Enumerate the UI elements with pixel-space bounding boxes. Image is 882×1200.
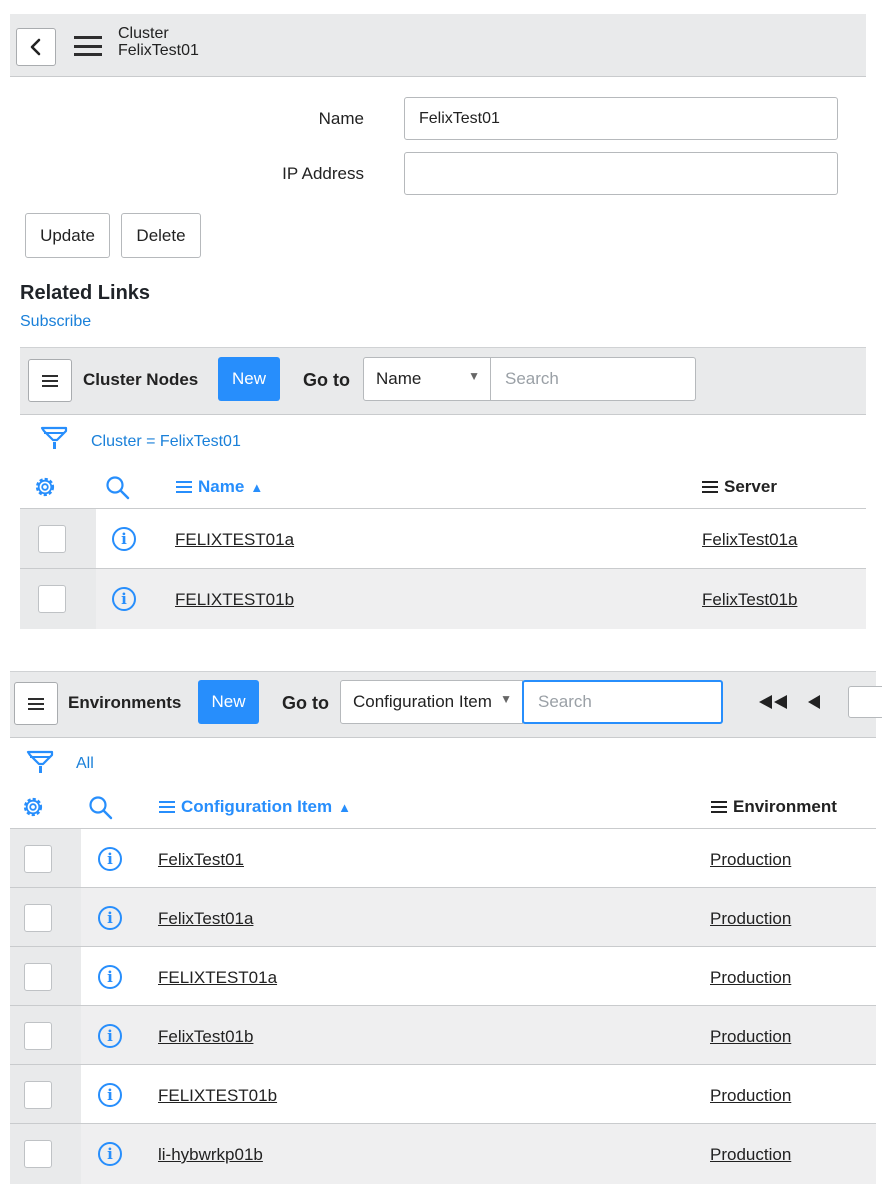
info-icon[interactable]: i (98, 906, 122, 930)
cluster-nodes-new-button[interactable]: New (218, 357, 280, 401)
info-icon[interactable]: i (98, 1024, 122, 1048)
row-environment-link[interactable]: Production (710, 909, 791, 929)
row-checkbox[interactable] (24, 1081, 52, 1109)
table-row: i li-hybwrkp01b Production (10, 1123, 876, 1184)
row-environment-link[interactable]: Production (710, 850, 791, 870)
search-icon[interactable] (104, 474, 132, 507)
row-ci-link[interactable]: FelixTest01 (158, 850, 244, 870)
chevron-left-icon (30, 38, 41, 56)
column-header-configuration-item[interactable]: Configuration Item ▲ (159, 797, 351, 817)
row-ci-link[interactable]: li-hybwrkp01b (158, 1145, 263, 1165)
environments-title: Environments (68, 693, 182, 712)
previous-page-icon[interactable] (806, 694, 822, 715)
info-icon[interactable]: i (98, 1083, 122, 1107)
info-icon[interactable]: i (112, 527, 136, 551)
row-environment-link[interactable]: Production (710, 968, 791, 988)
table-row: i FelixTest01b Production (10, 1005, 876, 1065)
row-environment-link[interactable]: Production (710, 1086, 791, 1106)
table-row: i FELIXTEST01b FelixTest01b (20, 568, 866, 629)
environments-menu-button[interactable] (14, 682, 58, 725)
cluster-nodes-title: Cluster Nodes (83, 370, 199, 389)
table-row: i FelixTest01 Production (10, 828, 876, 888)
column-menu-icon[interactable] (159, 801, 175, 813)
environments-new-button[interactable]: New (198, 680, 259, 724)
cluster-nodes-goto-select[interactable]: Name ▼ (363, 357, 491, 401)
row-checkbox[interactable] (24, 963, 52, 991)
sort-ascending-icon: ▲ (338, 799, 351, 815)
column-menu-icon[interactable] (176, 481, 192, 493)
row-environment-link[interactable]: Production (710, 1145, 791, 1165)
environments-goto-select[interactable]: Configuration Item ▼ (340, 680, 523, 724)
row-environment-link[interactable]: Production (710, 1027, 791, 1047)
column-menu-icon[interactable] (711, 801, 727, 813)
filter-icon[interactable] (40, 426, 70, 459)
dropdown-arrow-icon: ▼ (500, 692, 512, 706)
row-checkbox[interactable] (24, 1140, 52, 1168)
ip-address-label: IP Address (282, 164, 364, 183)
column-header-server[interactable]: Server (702, 477, 777, 497)
hamburger-icon (42, 374, 58, 387)
cluster-nodes-filter-breadcrumb[interactable]: Cluster = FelixTest01 (91, 433, 241, 451)
row-checkbox[interactable] (38, 525, 66, 553)
row-name-link[interactable]: FELIXTEST01a (175, 530, 294, 550)
info-icon[interactable]: i (98, 965, 122, 989)
hamburger-icon (28, 697, 44, 710)
row-checkbox[interactable] (24, 1022, 52, 1050)
name-label: Name (318, 109, 364, 128)
environments-goto-label: Go to (282, 693, 329, 713)
row-checkbox[interactable] (38, 585, 66, 613)
cluster-nodes-goto-label: Go to (303, 370, 350, 390)
row-checkbox[interactable] (24, 904, 52, 932)
environments-goto-value: Configuration Item (353, 692, 492, 711)
row-ci-link[interactable]: FELIXTEST01b (158, 1086, 277, 1106)
info-icon[interactable]: i (98, 847, 122, 871)
environments-search-input[interactable]: Search (522, 680, 723, 724)
page-number-input[interactable] (848, 686, 882, 718)
gear-icon[interactable] (32, 474, 58, 505)
row-ci-link[interactable]: FelixTest01a (158, 909, 253, 929)
related-links-heading: Related Links (20, 282, 151, 304)
environments-filter-breadcrumb[interactable]: All (76, 755, 94, 773)
filter-icon[interactable] (26, 750, 56, 783)
row-checkbox[interactable] (24, 845, 52, 873)
form-subtitle: FelixTest01 (118, 42, 199, 59)
cluster-nodes-goto-value: Name (376, 369, 422, 388)
cluster-nodes-menu-button[interactable] (28, 359, 72, 402)
delete-button[interactable]: Delete (121, 213, 201, 258)
dropdown-arrow-icon: ▼ (468, 369, 480, 383)
search-icon[interactable] (87, 794, 115, 827)
first-page-icon[interactable] (757, 694, 789, 715)
back-button[interactable] (16, 28, 56, 66)
row-ci-link[interactable]: FELIXTEST01a (158, 968, 277, 988)
update-button[interactable]: Update (25, 213, 110, 258)
table-row: i FelixTest01a Production (10, 887, 876, 947)
table-row: i FELIXTEST01a Production (10, 946, 876, 1006)
table-row: i FELIXTEST01b Production (10, 1064, 876, 1124)
column-header-environment[interactable]: Environment (711, 797, 837, 817)
context-menu-icon[interactable] (74, 36, 102, 56)
row-ci-link[interactable]: FelixTest01b (158, 1027, 253, 1047)
gear-icon[interactable] (20, 794, 46, 825)
info-icon[interactable]: i (112, 587, 136, 611)
row-name-link[interactable]: FELIXTEST01b (175, 590, 294, 610)
name-field[interactable]: FelixTest01 (404, 97, 838, 140)
column-menu-icon[interactable] (702, 481, 718, 493)
table-row: i FELIXTEST01a FelixTest01a (20, 508, 866, 569)
cluster-nodes-search-input[interactable]: Search (491, 357, 696, 401)
form-title: Cluster (118, 25, 169, 42)
row-server-link[interactable]: FelixTest01b (702, 590, 797, 610)
column-header-name[interactable]: Name ▲ (176, 477, 263, 497)
row-server-link[interactable]: FelixTest01a (702, 530, 797, 550)
sort-ascending-icon: ▲ (250, 479, 264, 495)
info-icon[interactable]: i (98, 1142, 122, 1166)
subscribe-link[interactable]: Subscribe (20, 313, 91, 331)
ip-address-field[interactable] (404, 152, 838, 195)
